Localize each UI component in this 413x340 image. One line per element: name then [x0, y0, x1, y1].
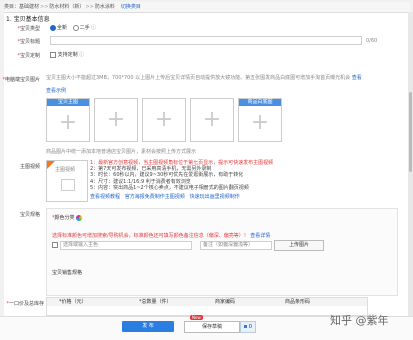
image-slot-4[interactable]: +	[190, 98, 234, 142]
new-badge: New	[190, 315, 203, 320]
color-wheel-icon	[76, 214, 83, 221]
video-upload-box[interactable]: 主图视频	[46, 160, 88, 202]
color-title-row: *颜色分类	[52, 214, 83, 221]
video-icon	[61, 179, 75, 191]
video-poster-link[interactable]: 官方海报免费制作主图视频	[125, 194, 185, 200]
image-slot-1[interactable]: 宝贝主图 +	[46, 98, 90, 142]
image-footer-hint: 商品图片中统一添加本地普通店宝贝图片，素材会按照上传方式展示	[46, 149, 197, 155]
price-table-row	[46, 306, 368, 316]
draft-icon	[244, 325, 248, 328]
color-detail-link[interactable]: 查看详情	[250, 233, 270, 239]
col-quantity: *总数量（件）	[139, 299, 172, 305]
col-price: *价格（元）	[59, 299, 87, 305]
scrollbar[interactable]	[408, 12, 413, 316]
plus-icon: +	[106, 107, 126, 132]
radio-used[interactable]	[72, 24, 79, 31]
category-level-3: 防水涂料	[94, 4, 115, 10]
category-breadcrumb: 类目：基础建材>>防水材料（新）>>防水涂料 切换类目	[4, 2, 410, 13]
plus-icon: +	[250, 110, 270, 135]
plus-icon: +	[58, 110, 78, 135]
type-label: *宝贝类型	[17, 26, 40, 32]
image-slot-white-bg[interactable]: 商品白底图 +	[238, 98, 282, 142]
scrollbar-thumb[interactable]	[409, 92, 412, 172]
video-links: 查看视频教程 官方海报免费制作主图视频 快速玩出画里视频制作	[90, 193, 240, 200]
radio-new-label: 全新	[57, 25, 68, 31]
video-tutorial-link[interactable]: 查看视频教程	[90, 194, 120, 200]
radio-new[interactable]	[50, 24, 56, 31]
title-counter: 0/60	[366, 38, 378, 44]
video-thumb-label: 主图视频	[55, 167, 76, 173]
video-corner-icon	[47, 161, 55, 169]
sales-spec-title: 宝贝销售规格	[52, 270, 83, 276]
custom-label: *宝贝定制	[17, 53, 40, 59]
custom-option-label: 支持定制	[57, 52, 78, 58]
upload-image-button[interactable]: 上传图片	[274, 240, 324, 251]
video-quick-link[interactable]: 快速玩出画里视频制作	[190, 194, 240, 200]
custom-help-icon[interactable]: ⓘ	[79, 52, 84, 58]
main-image-label: *电脑端宝贝图片	[2, 77, 40, 83]
example-link[interactable]: 查看示例	[46, 87, 66, 94]
plus-icon: +	[202, 107, 222, 132]
color-remark-input[interactable]: 备注（如偏深偏浅等）	[200, 241, 272, 250]
category-level-2: 防水材料（新）	[49, 4, 85, 10]
custom-checkbox[interactable]	[50, 51, 56, 58]
image-slot-3[interactable]: +	[142, 98, 186, 142]
publish-button[interactable]: 发 布	[122, 321, 174, 332]
price-label: *一口价及总库存	[6, 301, 44, 307]
plus-icon: +	[154, 107, 174, 132]
category-prefix: 类目：	[4, 4, 20, 10]
col-barcode: 商品条形码	[285, 299, 311, 305]
video-label: 主图视频	[19, 164, 40, 170]
radio-used-label: 二手	[79, 25, 90, 31]
video-tip: 5：内容：突出商品1~2个核心卖点，不建议电子相册式的图片翻页视频	[90, 184, 249, 191]
type-options: 全新 二手 ⓘ	[50, 24, 96, 31]
help-icon[interactable]: ⓘ	[91, 25, 96, 31]
main-image-hint-link[interactable]: 查看	[352, 75, 362, 81]
color-input[interactable]: 选择或输入主色	[60, 241, 192, 250]
section-title: 1. 宝贝基本信息	[6, 16, 50, 23]
category-level-1: 基础建材	[19, 4, 40, 10]
spec-panel	[46, 208, 398, 296]
title-input[interactable]	[50, 36, 362, 45]
color-checkbox[interactable]	[52, 242, 58, 248]
spec-label: 宝贝规格	[19, 212, 40, 218]
save-draft-button[interactable]: 保存草稿	[184, 321, 240, 333]
title-label: *宝贝标题	[17, 39, 40, 45]
draft-count[interactable]: 0	[240, 321, 256, 333]
image-slot-2[interactable]: +	[94, 98, 138, 142]
color-title: 颜色分类	[54, 215, 75, 221]
color-hint: 选择标准颜色可增加搜索/导购机会，标准颜色还可填写颜色备注信息（偏深、偏亮等）！…	[52, 233, 271, 239]
video-tips: 1：最新官方创意视频，当主图视频角标位于第七页显示，提示可快速发布主图视频 2：…	[90, 160, 273, 191]
switch-category-link[interactable]: 切换类目	[121, 4, 141, 10]
main-image-hint: 宝贝主图大小不能超过3MB；700*700 以上图片上传后宝贝详情页自动提供放大…	[46, 75, 362, 81]
col-merchant-code: 商家编码	[215, 299, 236, 305]
watermark: 知乎 @紫年	[330, 314, 389, 327]
